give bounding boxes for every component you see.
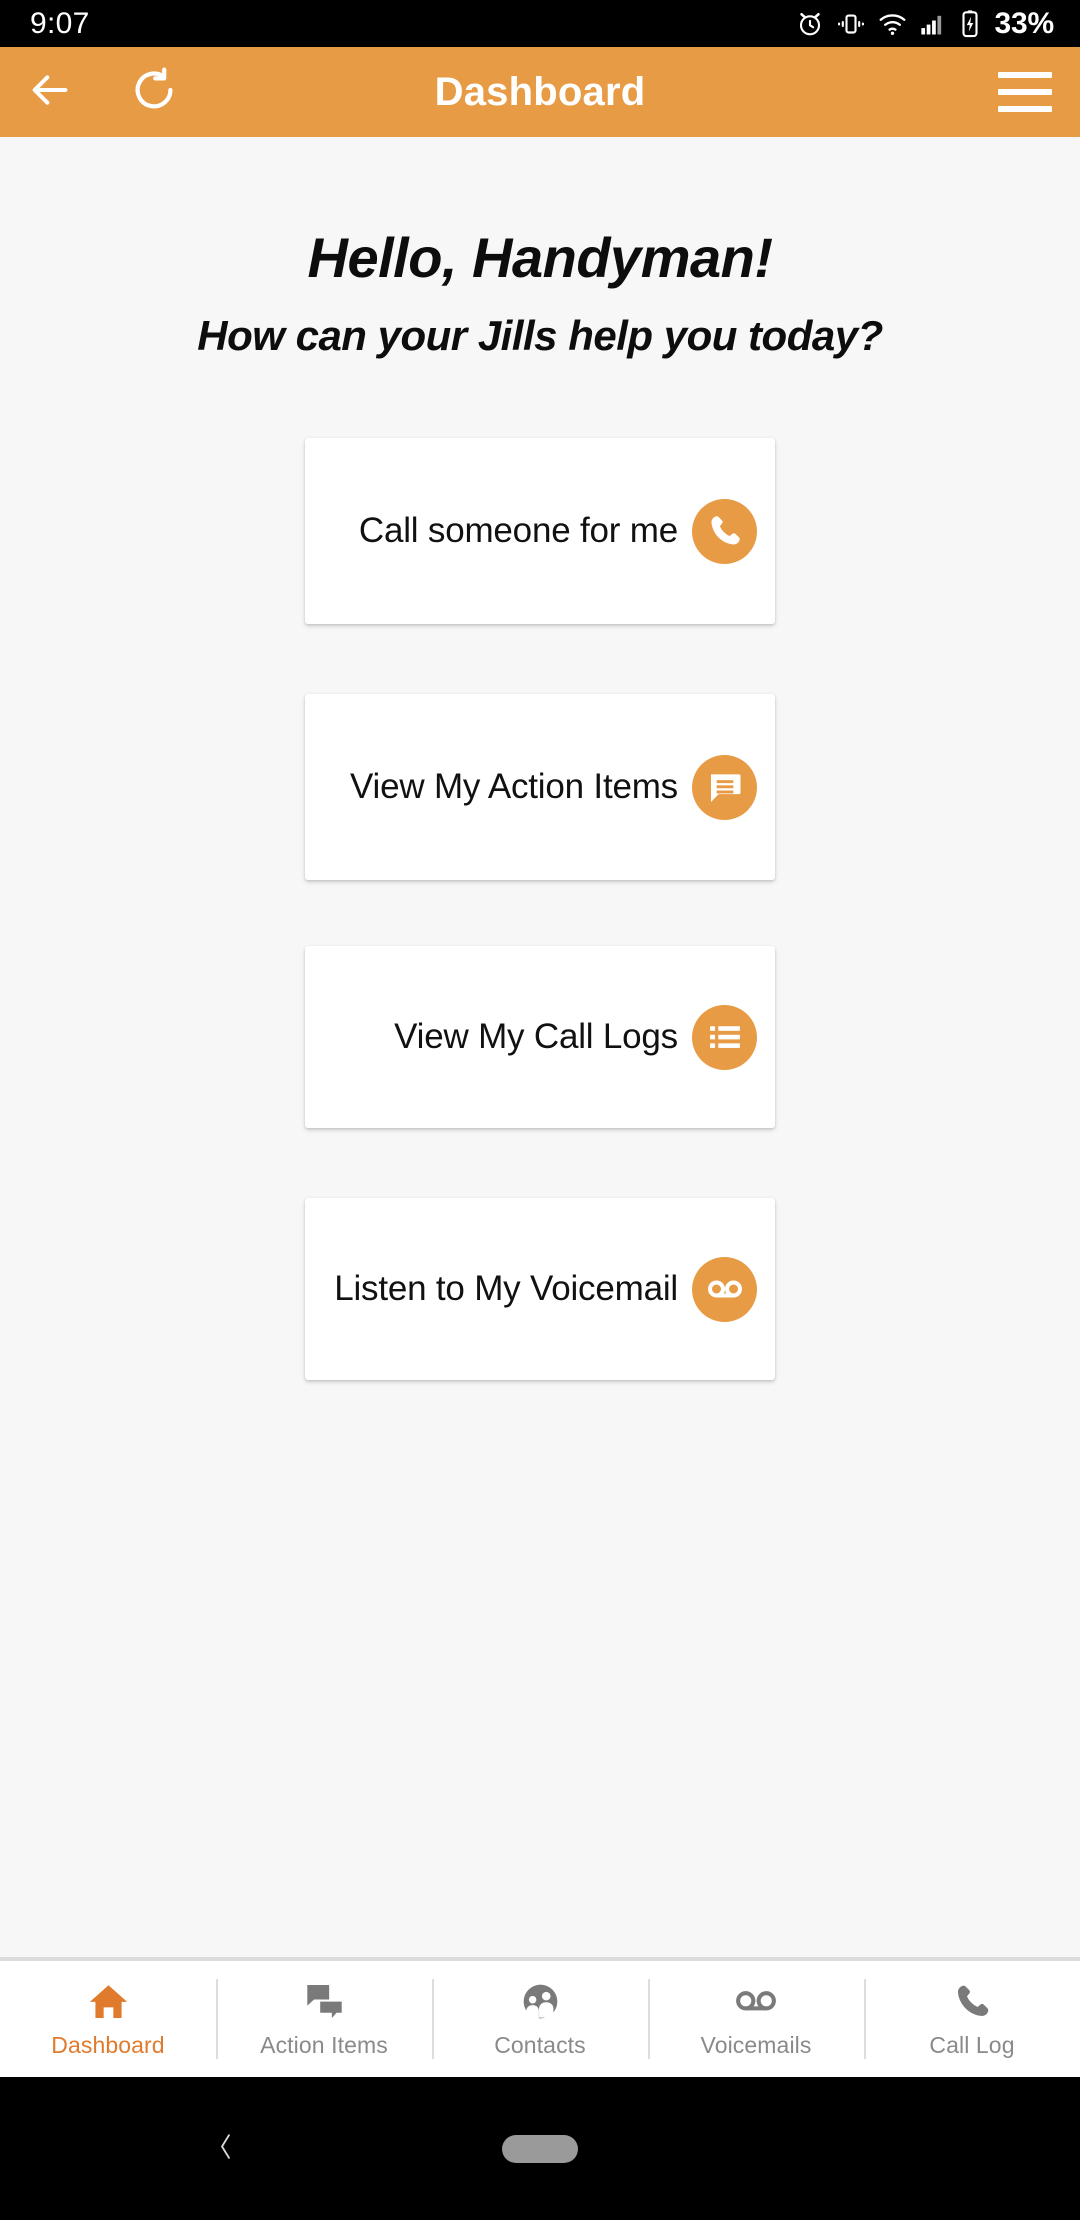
nav-label: Dashboard bbox=[51, 2031, 165, 2058]
hamburger-menu-icon bbox=[998, 72, 1052, 78]
status-bar-clock: 9:07 bbox=[30, 6, 90, 40]
wifi-icon bbox=[877, 9, 908, 39]
voicemail-icon bbox=[733, 1980, 779, 2023]
nav-label: Action Items bbox=[260, 2031, 388, 2058]
nav-item-call-log[interactable]: Call Log bbox=[864, 1961, 1080, 2077]
battery-percent-label: 33% bbox=[994, 6, 1055, 40]
bottom-navigation-bar: Dashboard Action Items Contacts Voicemai… bbox=[0, 1957, 1080, 2077]
battery-charging-icon bbox=[958, 9, 982, 39]
list-icon bbox=[692, 1004, 757, 1070]
vibrate-icon bbox=[836, 9, 866, 39]
nav-item-dashboard[interactable]: Dashboard bbox=[0, 1961, 216, 2077]
android-system-navigation-bar bbox=[0, 2077, 1080, 2220]
voicemail-icon bbox=[692, 1256, 757, 1322]
hamburger-menu-icon bbox=[998, 106, 1052, 112]
contacts-icon bbox=[519, 1980, 562, 2023]
greeting-headline: Hello, Handyman! bbox=[307, 226, 773, 289]
phone-icon bbox=[692, 498, 757, 564]
app-bar: Dashboard bbox=[0, 47, 1080, 137]
nav-item-action-items[interactable]: Action Items bbox=[216, 1961, 432, 2077]
refresh-button[interactable] bbox=[118, 47, 190, 137]
phone-screen: 9:07 33% Dashboard Hello, Handyman! How … bbox=[0, 0, 1080, 2220]
card-label: Call someone for me bbox=[358, 511, 678, 550]
system-home-pill[interactable] bbox=[502, 2134, 578, 2163]
alarm-icon bbox=[795, 9, 825, 39]
action-card-list: Call someone for me View My Action Items bbox=[0, 438, 1080, 1380]
signal-icon bbox=[919, 9, 947, 39]
card-label: View My Call Logs bbox=[394, 1017, 678, 1056]
status-bar-icons: 33% bbox=[795, 7, 1054, 41]
phone-icon bbox=[951, 1980, 994, 2023]
nav-label: Voicemails bbox=[700, 2031, 812, 2058]
main-content: Hello, Handyman! How can your Jills help… bbox=[0, 137, 1080, 1857]
back-button[interactable] bbox=[14, 47, 86, 137]
home-icon bbox=[87, 1980, 130, 2023]
status-bar: 9:07 33% bbox=[0, 0, 1080, 47]
card-label: View My Action Items bbox=[350, 767, 678, 806]
hamburger-menu-icon bbox=[998, 89, 1052, 95]
greeting-subheadline: How can your Jills help you today? bbox=[197, 312, 883, 359]
nav-item-contacts[interactable]: Contacts bbox=[432, 1961, 648, 2077]
hamburger-menu-button[interactable] bbox=[998, 47, 1052, 137]
system-back-button[interactable] bbox=[210, 2126, 240, 2171]
arrow-back-icon bbox=[27, 67, 73, 118]
chevron-back-icon bbox=[210, 2133, 240, 2170]
card-view-action-items[interactable]: View My Action Items bbox=[305, 694, 775, 880]
nav-label: Contacts bbox=[494, 2031, 586, 2058]
card-label: Listen to My Voicemail bbox=[334, 1269, 678, 1308]
chat-bubble-icon bbox=[692, 754, 757, 820]
nav-item-voicemails[interactable]: Voicemails bbox=[648, 1961, 864, 2077]
nav-label: Call Log bbox=[929, 2031, 1015, 2058]
refresh-icon bbox=[130, 66, 178, 119]
card-listen-voicemail[interactable]: Listen to My Voicemail bbox=[305, 1198, 775, 1380]
chats-icon bbox=[303, 1980, 346, 2023]
card-call-someone[interactable]: Call someone for me bbox=[305, 438, 775, 624]
card-view-call-logs[interactable]: View My Call Logs bbox=[305, 946, 775, 1128]
